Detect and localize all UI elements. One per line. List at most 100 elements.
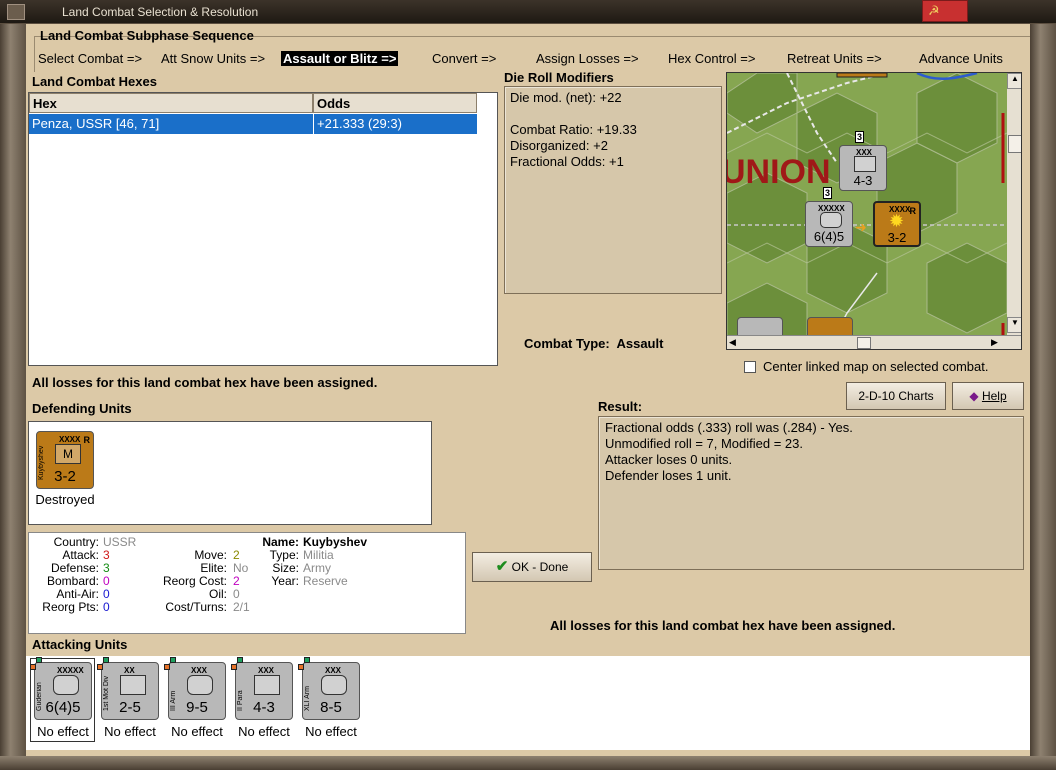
modifiers-heading: Die Roll Modifiers (504, 70, 614, 85)
step-retreat-units[interactable]: Retreat Units => (787, 51, 882, 66)
attacker-size: XXX (191, 666, 208, 675)
center-map-label[interactable]: Center linked map on selected combat. (763, 359, 988, 374)
step-advance-units[interactable]: Advance Units (919, 51, 1003, 66)
map-counter-armor[interactable]: XXXXX 6(4)5 (805, 201, 853, 247)
step-att-snow[interactable]: Att Snow Units => (161, 51, 265, 66)
combat-type: Combat Type: Assault (524, 336, 663, 351)
vertical-scroll-thumb[interactable] (1008, 135, 1021, 153)
name-value: Kuybyshev (303, 535, 368, 549)
book-icon: ◆ (969, 389, 979, 403)
reorg-value: 0 (103, 600, 110, 614)
scroll-left-icon[interactable]: ◀ (729, 337, 736, 348)
defender-counter[interactable]: XXXX R Kuybyshev M 3-2 (36, 431, 94, 489)
step-hex-control[interactable]: Hex Control => (668, 51, 755, 66)
step-assault-blitz[interactable]: Assault or Blitz => (281, 51, 399, 66)
attacker-counter[interactable]: XXX II Para 4-3 (235, 662, 293, 720)
ok-done-button[interactable]: ✔ OK - Done (472, 552, 592, 582)
armor-symbol-icon (53, 675, 79, 695)
bombard-label: Bombard: (46, 574, 99, 588)
elite-label: Elite: (200, 561, 227, 575)
help-label: Help (981, 389, 1007, 403)
attacker-effect: No effect (238, 724, 290, 739)
attacker-size: XX (124, 666, 135, 675)
attacker-size: XXXXX (57, 666, 84, 675)
modifier-net: Die mod. (net): +22 (510, 90, 622, 105)
map-counter-defender[interactable]: XXXX R ✹ 3-2 (873, 201, 921, 247)
result-line: Attacker loses 0 units. (605, 452, 733, 467)
year-value: Reserve (303, 574, 348, 588)
horizontal-scroll-thumb[interactable] (857, 337, 871, 349)
center-map-checkbox[interactable] (744, 361, 756, 373)
main-panel: Land Combat Subphase Sequence Select Com… (26, 24, 1030, 756)
defender-strength: 3-2 (54, 468, 76, 485)
attacker-strength: 8-5 (320, 699, 342, 716)
horizontal-scrollbar[interactable]: ◀ ▶ (727, 335, 1021, 349)
linked-map[interactable]: UNION za XXX 4-3 3 XXXXX 6(4)5 3 XXXX R … (726, 72, 1022, 350)
country-value: USSR (103, 535, 137, 549)
defender-effect: Destroyed (35, 492, 95, 507)
attacker-counter[interactable]: XXX XLI Arm 8-5 (302, 662, 360, 720)
reorg-cost-label: Reorg Cost: (162, 574, 227, 588)
window-frame-bottom (0, 756, 1056, 770)
window-title: Land Combat Selection & Resolution (62, 5, 259, 19)
scroll-right-icon[interactable]: ▶ (991, 337, 998, 348)
subphase-heading: Land Combat Subphase Sequence (40, 28, 254, 43)
attacker-size: XXX (258, 666, 275, 675)
app-icon (7, 4, 25, 20)
country-label: Country: (53, 535, 99, 549)
combat-type-label: Combat Type: (524, 336, 610, 351)
status-dot-icon (231, 664, 237, 670)
column-odds[interactable]: Odds (313, 93, 477, 113)
size-label: Size: (272, 561, 299, 575)
attacker-counter[interactable]: XXX III Arm 9-5 (168, 662, 226, 720)
size-value: Army (303, 561, 331, 575)
attacking-list[interactable]: XXXXX Guderian 6(4)5 No effect XX 1st Mot Div… (26, 656, 1030, 750)
hex-row-odds[interactable]: +21.333 (29:3) (313, 114, 477, 134)
step-convert[interactable]: Convert => (432, 51, 496, 66)
attacker-counter[interactable]: XXXXX Guderian 6(4)5 (34, 662, 92, 720)
result-line: Defender loses 1 unit. (605, 468, 732, 483)
status-dot-icon (30, 664, 36, 670)
charts-button[interactable]: 2-D-10 Charts (846, 382, 946, 410)
checkmark-icon: ✔ (495, 558, 509, 575)
modifiers-box: Die mod. (net): +22 Combat Ratio: +19.33… (504, 86, 722, 294)
attack-label: Attack: (62, 548, 99, 562)
supply-dot-icon (304, 657, 310, 663)
armor-symbol-icon (187, 675, 213, 695)
help-button[interactable]: ◆ Help (952, 382, 1024, 410)
move-label: Move: (194, 548, 227, 562)
cost-turns-value: 2/1 (233, 600, 250, 614)
supply-dot-icon (170, 657, 176, 663)
ok-done-label: OK - Done (511, 560, 569, 574)
militia-symbol-icon: M (55, 444, 81, 464)
year-label: Year: (271, 574, 299, 588)
attacker-effect: No effect (171, 724, 223, 739)
infantry-symbol-icon (120, 675, 146, 695)
step-select-combat[interactable]: Select Combat => (38, 51, 142, 66)
column-hex[interactable]: Hex (29, 93, 313, 113)
scroll-down-icon[interactable]: ▼ (1007, 317, 1021, 333)
attacking-heading: Attacking Units (32, 637, 128, 652)
hexes-list[interactable]: Hex Odds Penza, USSR [46, 71] +21.333 (2… (28, 92, 498, 366)
type-label: Type: (269, 548, 299, 562)
defender-flag: R (83, 435, 91, 445)
oil-label: Oil: (209, 587, 227, 601)
step-assign-losses[interactable]: Assign Losses => (536, 51, 639, 66)
map-stack-count: 3 (855, 131, 864, 143)
attacker-strength: 6(4)5 (45, 699, 81, 716)
modifier-spacer (510, 106, 716, 122)
reorg-label: Reorg Pts: (42, 600, 99, 614)
infantry-symbol-icon (854, 156, 876, 172)
scroll-up-icon[interactable]: ▲ (1007, 73, 1021, 89)
attacker-size: XXX (325, 666, 342, 675)
result-line: Unmodified roll = 7, Modified = 23. (605, 436, 803, 451)
attacker-counter[interactable]: XX 1st Mot Div 2-5 (101, 662, 159, 720)
unit-info-panel: Country: USSR Attack: 3 Defense: 3 Bomba… (28, 532, 466, 634)
bombard-value: 0 (103, 574, 110, 588)
attacker-effect: No effect (305, 724, 357, 739)
map-counter-para[interactable]: XXX 4-3 (839, 145, 887, 191)
hex-row-name[interactable]: Penza, USSR [46, 71] (29, 114, 313, 134)
attacker-effect: No effect (104, 724, 156, 739)
defending-list[interactable]: XXXX R Kuybyshev M 3-2 Destroyed (28, 421, 432, 525)
close-button[interactable]: ☭ (922, 0, 968, 22)
